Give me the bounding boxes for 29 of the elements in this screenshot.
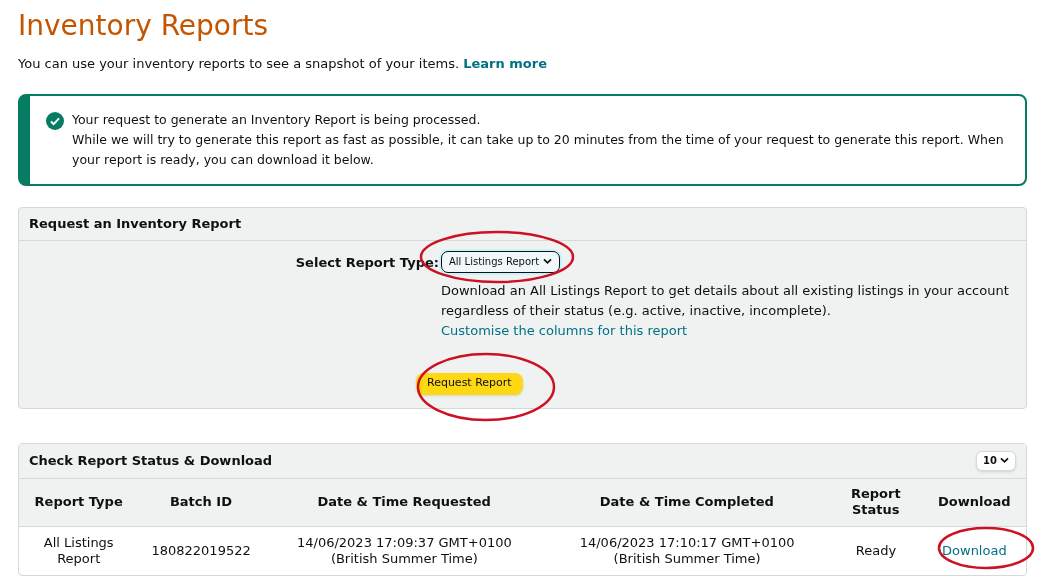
request-report-button[interactable]: Request Report bbox=[416, 372, 523, 395]
check-icon bbox=[46, 111, 64, 130]
customise-columns-link[interactable]: Customise the columns for this report bbox=[441, 320, 688, 341]
chevron-down-icon bbox=[543, 258, 553, 265]
report-description: Download an All Listings Report to get details about all existing listings in your account regardless of their status (e.g. active, inactive, incomplete). bbox=[441, 281, 1010, 320]
page-size-dropdown[interactable]: 10 bbox=[976, 450, 1016, 471]
panel-title: Request an Inventory Report bbox=[19, 207, 1026, 241]
alert-text: Your request to generate an Inventory Report is being processed. bbox=[72, 110, 482, 129]
chevron-down-icon bbox=[1000, 457, 1009, 464]
column-header: Report Status bbox=[849, 485, 902, 519]
alert-text: While we will try to generate this report as fast as possible, it can take up to 20 minutes from the time of your request to generate this report. When your report is ready, you can download it below. bbox=[72, 130, 1005, 169]
column-header: Date & Time Requested bbox=[316, 493, 492, 511]
panel-title: Check Report Status & Download bbox=[29, 451, 273, 470]
table-cell-text: 180822019522 bbox=[150, 542, 252, 559]
intro-text: You can use your inventory reports to see a snapshot of your items. Learn more bbox=[18, 55, 548, 73]
table-cell-text: (British Summer Time) bbox=[612, 550, 762, 567]
column-header: Report Type bbox=[33, 493, 124, 511]
table-cell-text: 14/06/2023 17:10:17 GMT+0100 bbox=[578, 534, 796, 551]
learn-more-link[interactable]: Learn more bbox=[463, 56, 547, 71]
report-type-dropdown[interactable]: All Listings Report bbox=[441, 250, 561, 273]
table-cell-text: Ready bbox=[854, 542, 898, 559]
table-cell-text: 14/06/2023 17:09:37 GMT+0100 bbox=[295, 534, 513, 551]
page-title: Inventory Reports bbox=[18, 8, 270, 44]
table-cell-text: (British Summer Time) bbox=[329, 550, 479, 567]
download-link[interactable]: Download bbox=[942, 540, 1007, 561]
table-cell-text: All Listings Report bbox=[42, 534, 115, 567]
column-header: Date & Time Completed bbox=[598, 493, 775, 511]
column-header: Batch ID bbox=[168, 493, 233, 511]
column-header: Download bbox=[937, 493, 1012, 511]
